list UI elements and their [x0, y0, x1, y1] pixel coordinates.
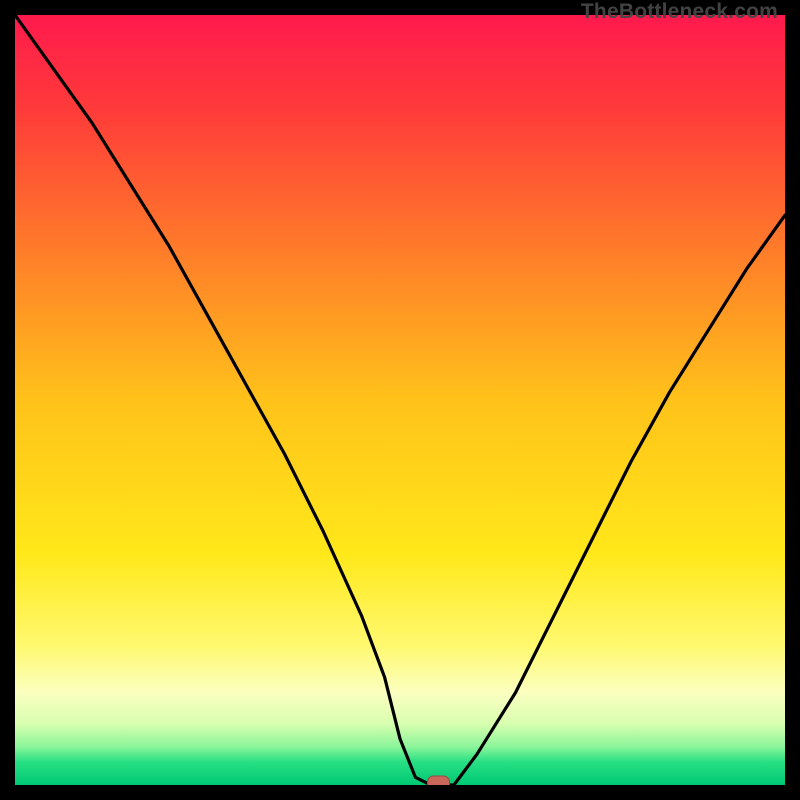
optimal-marker [428, 776, 450, 785]
bottleneck-chart [15, 15, 785, 785]
chart-background [15, 15, 785, 785]
watermark-text: TheBottleneck.com [581, 0, 778, 24]
